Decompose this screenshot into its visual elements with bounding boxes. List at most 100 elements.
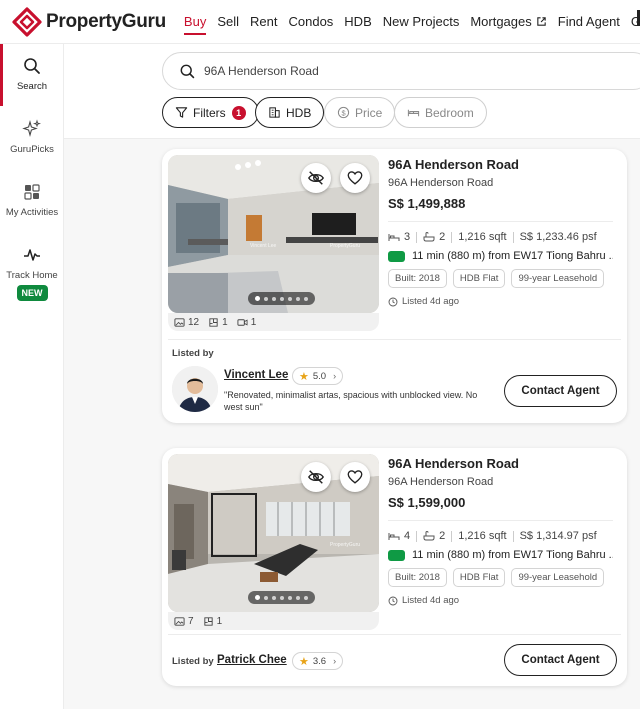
agent-rating[interactable]: ★ 5.0 ›	[292, 367, 344, 385]
propertyguru-logo[interactable]: PropertyGuru	[12, 6, 166, 37]
carousel-dot[interactable]	[255, 595, 260, 600]
sidebar-item-track-home[interactable]: Track Home NEW	[0, 245, 64, 301]
sidebar: Search GuruPicks My Activities Track Hom…	[0, 44, 64, 709]
hide-listing-button[interactable]	[301, 163, 331, 193]
hide-listing-button[interactable]	[301, 462, 331, 492]
bathrooms: 2	[423, 530, 445, 542]
star-icon: ★	[299, 655, 309, 668]
main-nav: Buy Sell Rent Condos HDB New Projects Mo…	[183, 10, 640, 35]
tag-property-type: HDB Flat	[452, 568, 506, 587]
carousel-dot[interactable]	[296, 595, 300, 600]
agent-avatar[interactable]	[172, 366, 218, 412]
nav-rent[interactable]: Rent	[250, 10, 277, 33]
contact-agent-button[interactable]: Contact Agent	[504, 375, 617, 407]
spec-separator	[451, 530, 453, 542]
sidebar-item-search[interactable]: Search	[0, 56, 64, 92]
price-filter-chip[interactable]: $ Price	[324, 97, 396, 128]
card-divider	[168, 339, 621, 340]
floor-size: 1,216 sqft	[458, 231, 507, 243]
carousel-dot[interactable]	[304, 595, 308, 600]
listing-card[interactable]: PropertyGuru 7 1 96A Henderson Road 96A …	[162, 448, 627, 686]
nav-hdb[interactable]: HDB	[344, 10, 371, 33]
listing-card[interactable]: Vincent Lee PropertyGuru 12 1 1 96A Hend…	[162, 149, 627, 423]
carousel-dot[interactable]	[304, 296, 308, 301]
activities-icon	[24, 184, 40, 200]
sidebar-item-gurupicks[interactable]: GuruPicks	[0, 119, 64, 155]
floorplan-count: 1	[203, 616, 222, 627]
floorplan-count: 1	[208, 317, 228, 328]
listed-by-label: Listed by	[172, 348, 214, 359]
heart-icon	[347, 171, 363, 185]
info-divider	[388, 221, 613, 222]
bedroom-filter-chip[interactable]: Bedroom	[394, 97, 487, 128]
tag-property-type: HDB Flat	[452, 269, 506, 288]
photo-icon	[174, 616, 185, 626]
nav-buy[interactable]: Buy	[183, 10, 207, 35]
agent-rating[interactable]: ★ 3.6 ›	[292, 652, 344, 670]
new-badge: NEW	[16, 285, 48, 301]
listing-title[interactable]: 96A Henderson Road	[388, 456, 613, 471]
carousel-dot[interactable]	[272, 296, 276, 301]
eye-off-icon	[308, 470, 324, 484]
carousel-dot[interactable]	[280, 296, 284, 301]
carousel-dot[interactable]	[264, 595, 268, 600]
search-input[interactable]	[204, 64, 604, 78]
save-listing-button[interactable]	[340, 462, 370, 492]
agent-name-link[interactable]: Vincent Lee	[224, 369, 288, 381]
clock-icon	[388, 596, 398, 605]
search-icon	[24, 58, 40, 74]
spec-separator	[451, 231, 453, 243]
spec-separator	[416, 530, 418, 542]
tag-built: Built: 2018	[388, 568, 447, 587]
nav-sell[interactable]: Sell	[217, 10, 239, 33]
listing-title[interactable]: 96A Henderson Road	[388, 157, 613, 172]
listing-photo[interactable]: Vincent Lee PropertyGuru	[168, 155, 379, 313]
card-divider	[168, 634, 621, 635]
bed-icon	[388, 234, 400, 241]
contact-agent-button[interactable]: Contact Agent	[504, 644, 617, 676]
search-box[interactable]	[162, 52, 640, 90]
external-link-icon	[537, 17, 546, 26]
sidebar-item-label: Search	[16, 81, 48, 92]
rating-value: 3.6	[312, 655, 327, 667]
hdb-filter-chip[interactable]: HDB	[255, 97, 325, 128]
carousel-dot[interactable]	[288, 595, 292, 600]
photo-carousel-dots[interactable]	[248, 292, 315, 305]
spec-separator	[416, 231, 418, 243]
carousel-dot[interactable]	[264, 296, 268, 301]
carousel-dot[interactable]	[255, 296, 260, 301]
bathroom-count: 2	[439, 231, 446, 243]
nav-condos[interactable]: Condos	[288, 10, 333, 33]
tag-tenure: 99-year Leasehold	[511, 568, 605, 587]
eye-off-icon	[308, 171, 324, 185]
carousel-dot[interactable]	[288, 296, 292, 301]
nav-find-agent[interactable]: Find Agent	[558, 10, 620, 33]
video-count: 1	[237, 317, 256, 328]
price-psf: S$ 1,233.46 psf	[519, 231, 597, 243]
agent-name-link[interactable]: Patrick Chee	[217, 654, 287, 666]
bedroom-count: 3	[404, 231, 411, 243]
carousel-dot[interactable]	[280, 595, 284, 600]
price-chip-label: Price	[355, 105, 383, 120]
listing-photo[interactable]: PropertyGuru	[168, 454, 379, 612]
mrt-distance: 11 min (880 m) from EW17 Tiong Bahru ...	[388, 250, 613, 262]
svg-text:$: $	[341, 108, 345, 117]
filters-button[interactable]: Filters 1	[162, 97, 259, 128]
nav-mortgages[interactable]: Mortgages	[470, 10, 546, 33]
carousel-dot[interactable]	[296, 296, 300, 301]
photo-watermark-brand: PropertyGuru	[330, 243, 361, 249]
price-psf: S$ 1,314.97 psf	[519, 530, 597, 542]
sidebar-item-my-activities[interactable]: My Activities	[0, 182, 64, 218]
carousel-dot[interactable]	[272, 595, 276, 600]
photo-count: 7	[174, 616, 194, 627]
bed-icon	[407, 109, 420, 117]
photo-carousel-dots[interactable]	[248, 591, 315, 604]
save-listing-button[interactable]	[340, 163, 370, 193]
bedrooms: 4	[388, 530, 410, 542]
listing-tags: Built: 2018 HDB Flat 99-year Leasehold	[388, 269, 613, 288]
top-header: PropertyGuru Buy Sell Rent Condos HDB Ne…	[0, 0, 640, 44]
nav-new-projects[interactable]: New Projects	[383, 10, 460, 33]
listing-price: S$ 1,599,000	[388, 495, 466, 510]
bedroom-chip-label: Bedroom	[425, 105, 474, 120]
floorplan-icon	[203, 616, 213, 626]
